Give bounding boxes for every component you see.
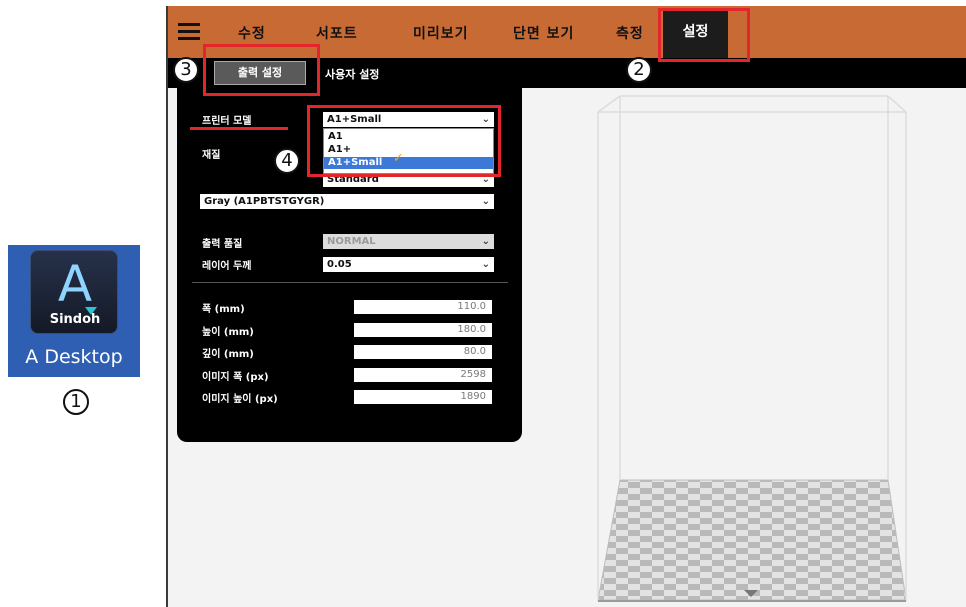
filament-value: Gray (A1PBTSTGYGR) [204,196,325,207]
layer-thickness-select[interactable]: 0.05 ⌄ [323,257,494,272]
quality-label: 출력 품질 [202,239,243,250]
screenshot-stage: A Sindoh A Desktop 1 수정 서포트 미리보기 단면 보기 측… [0,0,966,607]
image-width-label: 이미지 폭 (px) [202,372,269,383]
material-label: 재질 [202,150,221,161]
tab-edit[interactable]: 수정 [238,23,266,43]
step-badge-1: 1 [63,389,89,415]
app-window: 수정 서포트 미리보기 단면 보기 측정 설정 출력 설정 사용자 설정 프린터… [166,6,966,607]
depth-label: 깊이 (mm) [202,349,254,360]
step-badge-2: 2 [626,57,652,83]
hamburger-menu-icon[interactable] [178,23,200,41]
highlight-settings-tab [658,8,750,62]
tab-measure[interactable]: 측정 [616,23,644,43]
height-label: 높이 (mm) [202,327,254,338]
a-desktop-app-icon[interactable]: A Sindoh [30,250,118,334]
app-icon-brand: Sindoh [49,312,101,327]
tab-section-view[interactable]: 단면 보기 [513,23,574,43]
quality-value: NORMAL [327,236,376,247]
image-height-label: 이미지 높이 (px) [202,394,278,405]
filament-select[interactable]: Gray (A1PBTSTGYGR) ⌄ [200,194,494,209]
user-settings-tab[interactable]: 사용자 설정 [325,66,379,82]
chevron-down-icon: ⌄ [481,236,490,247]
chevron-down-icon: ⌄ [481,259,490,270]
step-badge-3: 3 [173,57,199,83]
shortcut-label: A Desktop [25,346,123,368]
layer-thickness-value: 0.05 [327,259,352,270]
depth-field[interactable]: 80.0 [354,345,492,359]
width-label: 폭 (mm) [202,304,245,315]
build-volume-viewport[interactable] [568,92,948,602]
printer-model-label: 프린터 모델 [202,116,252,127]
width-field[interactable]: 110.0 [354,300,492,314]
app-icon-letter: A [57,255,93,313]
underline-printer-model-label [190,127,288,130]
image-width-field[interactable]: 2598 [354,368,492,382]
image-height-field[interactable]: 1890 [354,390,492,404]
highlight-printer-model [307,105,501,177]
quality-select: NORMAL ⌄ [323,234,494,249]
chevron-down-icon: ⌄ [481,196,490,207]
highlight-output-settings [203,44,320,96]
a-desktop-shortcut[interactable]: A Sindoh A Desktop [8,245,140,377]
tab-support[interactable]: 서포트 [316,23,358,43]
layer-thickness-label: 레이어 두께 [202,261,252,272]
step-badge-4: 4 [274,148,300,174]
tab-preview[interactable]: 미리보기 [413,23,469,43]
divider [192,282,508,283]
build-plate [597,479,907,602]
height-field[interactable]: 180.0 [354,323,492,337]
